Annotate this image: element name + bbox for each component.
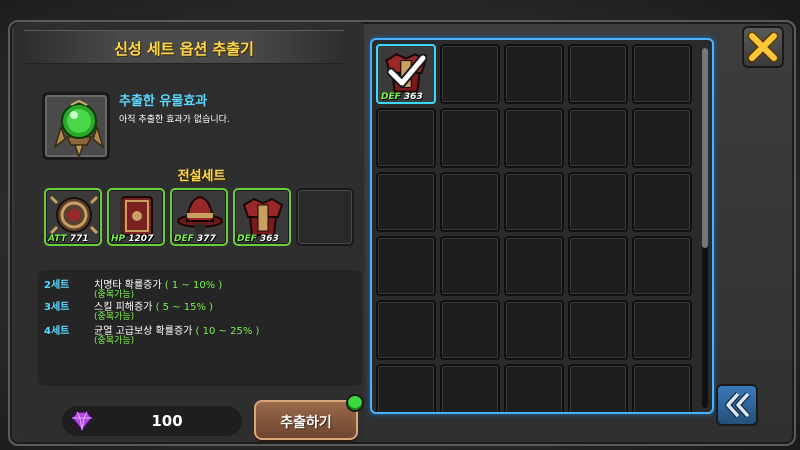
set-effects: 2세트 치명타 확률증가 ( 1 ~ 10% ) (중복가능) 3세트 스킬 피… bbox=[38, 270, 362, 386]
checkmark-icon bbox=[387, 54, 427, 88]
close-icon bbox=[747, 31, 779, 63]
purple-gem-icon bbox=[71, 411, 93, 431]
set-item-3[interactable]: DEF 377 bbox=[170, 188, 228, 246]
inventory-scrollbar[interactable] bbox=[702, 48, 708, 408]
inventory-slot[interactable] bbox=[568, 236, 628, 296]
green-orb-relic-icon bbox=[53, 99, 105, 159]
item-stat: HP 1207 bbox=[111, 234, 154, 244]
inventory-slot[interactable] bbox=[568, 108, 628, 168]
inventory-slot[interactable] bbox=[440, 364, 500, 412]
relic-slot[interactable] bbox=[42, 92, 110, 160]
inventory-slot[interactable] bbox=[376, 300, 436, 360]
inventory-slot[interactable] bbox=[632, 108, 692, 168]
window-title: 신성 세트 옵션 추출기 bbox=[114, 40, 254, 58]
set-item-2[interactable]: HP 1207 bbox=[107, 188, 165, 246]
item-stat: DEF 377 bbox=[174, 234, 216, 244]
screen: 신성 세트 옵션 추출기 추출한 유물효과 아직 추출한 효과가 없습니다. 전… bbox=[0, 0, 800, 450]
set-name: 전설세트 bbox=[177, 169, 226, 184]
extracted-effect-desc: 아직 추출한 효과가 없습니다. bbox=[119, 115, 230, 125]
inventory-grid[interactable]: DEF 363 bbox=[370, 38, 714, 414]
currency-value: 100 bbox=[151, 412, 183, 430]
item-stat: DEF 363 bbox=[237, 234, 279, 244]
inventory-slot[interactable] bbox=[568, 300, 628, 360]
extract-button[interactable]: 추출하기 bbox=[254, 394, 364, 440]
set-item-4[interactable]: DEF 363 bbox=[233, 188, 291, 246]
inventory-slot[interactable] bbox=[440, 236, 500, 296]
set-item-1[interactable]: ATT 771 bbox=[44, 188, 102, 246]
inventory-slot[interactable] bbox=[568, 364, 628, 412]
inventory-slot[interactable] bbox=[632, 300, 692, 360]
inventory-slot[interactable] bbox=[376, 364, 436, 412]
inventory-slot[interactable] bbox=[568, 172, 628, 232]
inventory-slot[interactable] bbox=[440, 108, 500, 168]
inventory-slot[interactable] bbox=[504, 236, 564, 296]
inventory-slot[interactable] bbox=[440, 172, 500, 232]
close-button[interactable] bbox=[742, 26, 784, 68]
notification-dot bbox=[346, 394, 364, 412]
inventory-slot[interactable] bbox=[376, 108, 436, 168]
back-button[interactable] bbox=[716, 384, 758, 426]
extracted-effect-label: 추출한 유물효과 bbox=[119, 94, 208, 109]
double-chevron-left-icon bbox=[725, 391, 751, 419]
inventory-slot[interactable] bbox=[504, 300, 564, 360]
scroll-thumb[interactable] bbox=[702, 48, 708, 248]
left-panel: 신성 세트 옵션 추출기 추출한 유물효과 아직 추출한 효과가 없습니다. 전… bbox=[14, 22, 364, 440]
title-bar: 신성 세트 옵션 추출기 bbox=[24, 30, 344, 64]
extract-button-label: 추출하기 bbox=[280, 415, 332, 431]
inventory-slot[interactable] bbox=[568, 44, 628, 104]
inventory-slot[interactable] bbox=[504, 364, 564, 412]
item-stat: ATT 771 bbox=[48, 234, 89, 244]
item-stat: DEF 363 bbox=[381, 92, 423, 102]
inventory-slot[interactable] bbox=[504, 172, 564, 232]
inventory-slot[interactable] bbox=[504, 44, 564, 104]
currency-box: 100 bbox=[62, 406, 242, 436]
inventory-slot[interactable] bbox=[440, 300, 500, 360]
inventory-slot[interactable] bbox=[632, 172, 692, 232]
set-item-empty[interactable] bbox=[296, 188, 354, 246]
inventory-slot[interactable] bbox=[376, 236, 436, 296]
inventory-slot[interactable] bbox=[632, 44, 692, 104]
inventory-slot[interactable] bbox=[632, 236, 692, 296]
inventory-slot[interactable] bbox=[632, 364, 692, 412]
inventory-slot[interactable] bbox=[440, 44, 500, 104]
inventory-slot[interactable] bbox=[504, 108, 564, 168]
inventory-slot-selected[interactable]: DEF 363 bbox=[376, 44, 436, 104]
inventory-slot[interactable] bbox=[376, 172, 436, 232]
